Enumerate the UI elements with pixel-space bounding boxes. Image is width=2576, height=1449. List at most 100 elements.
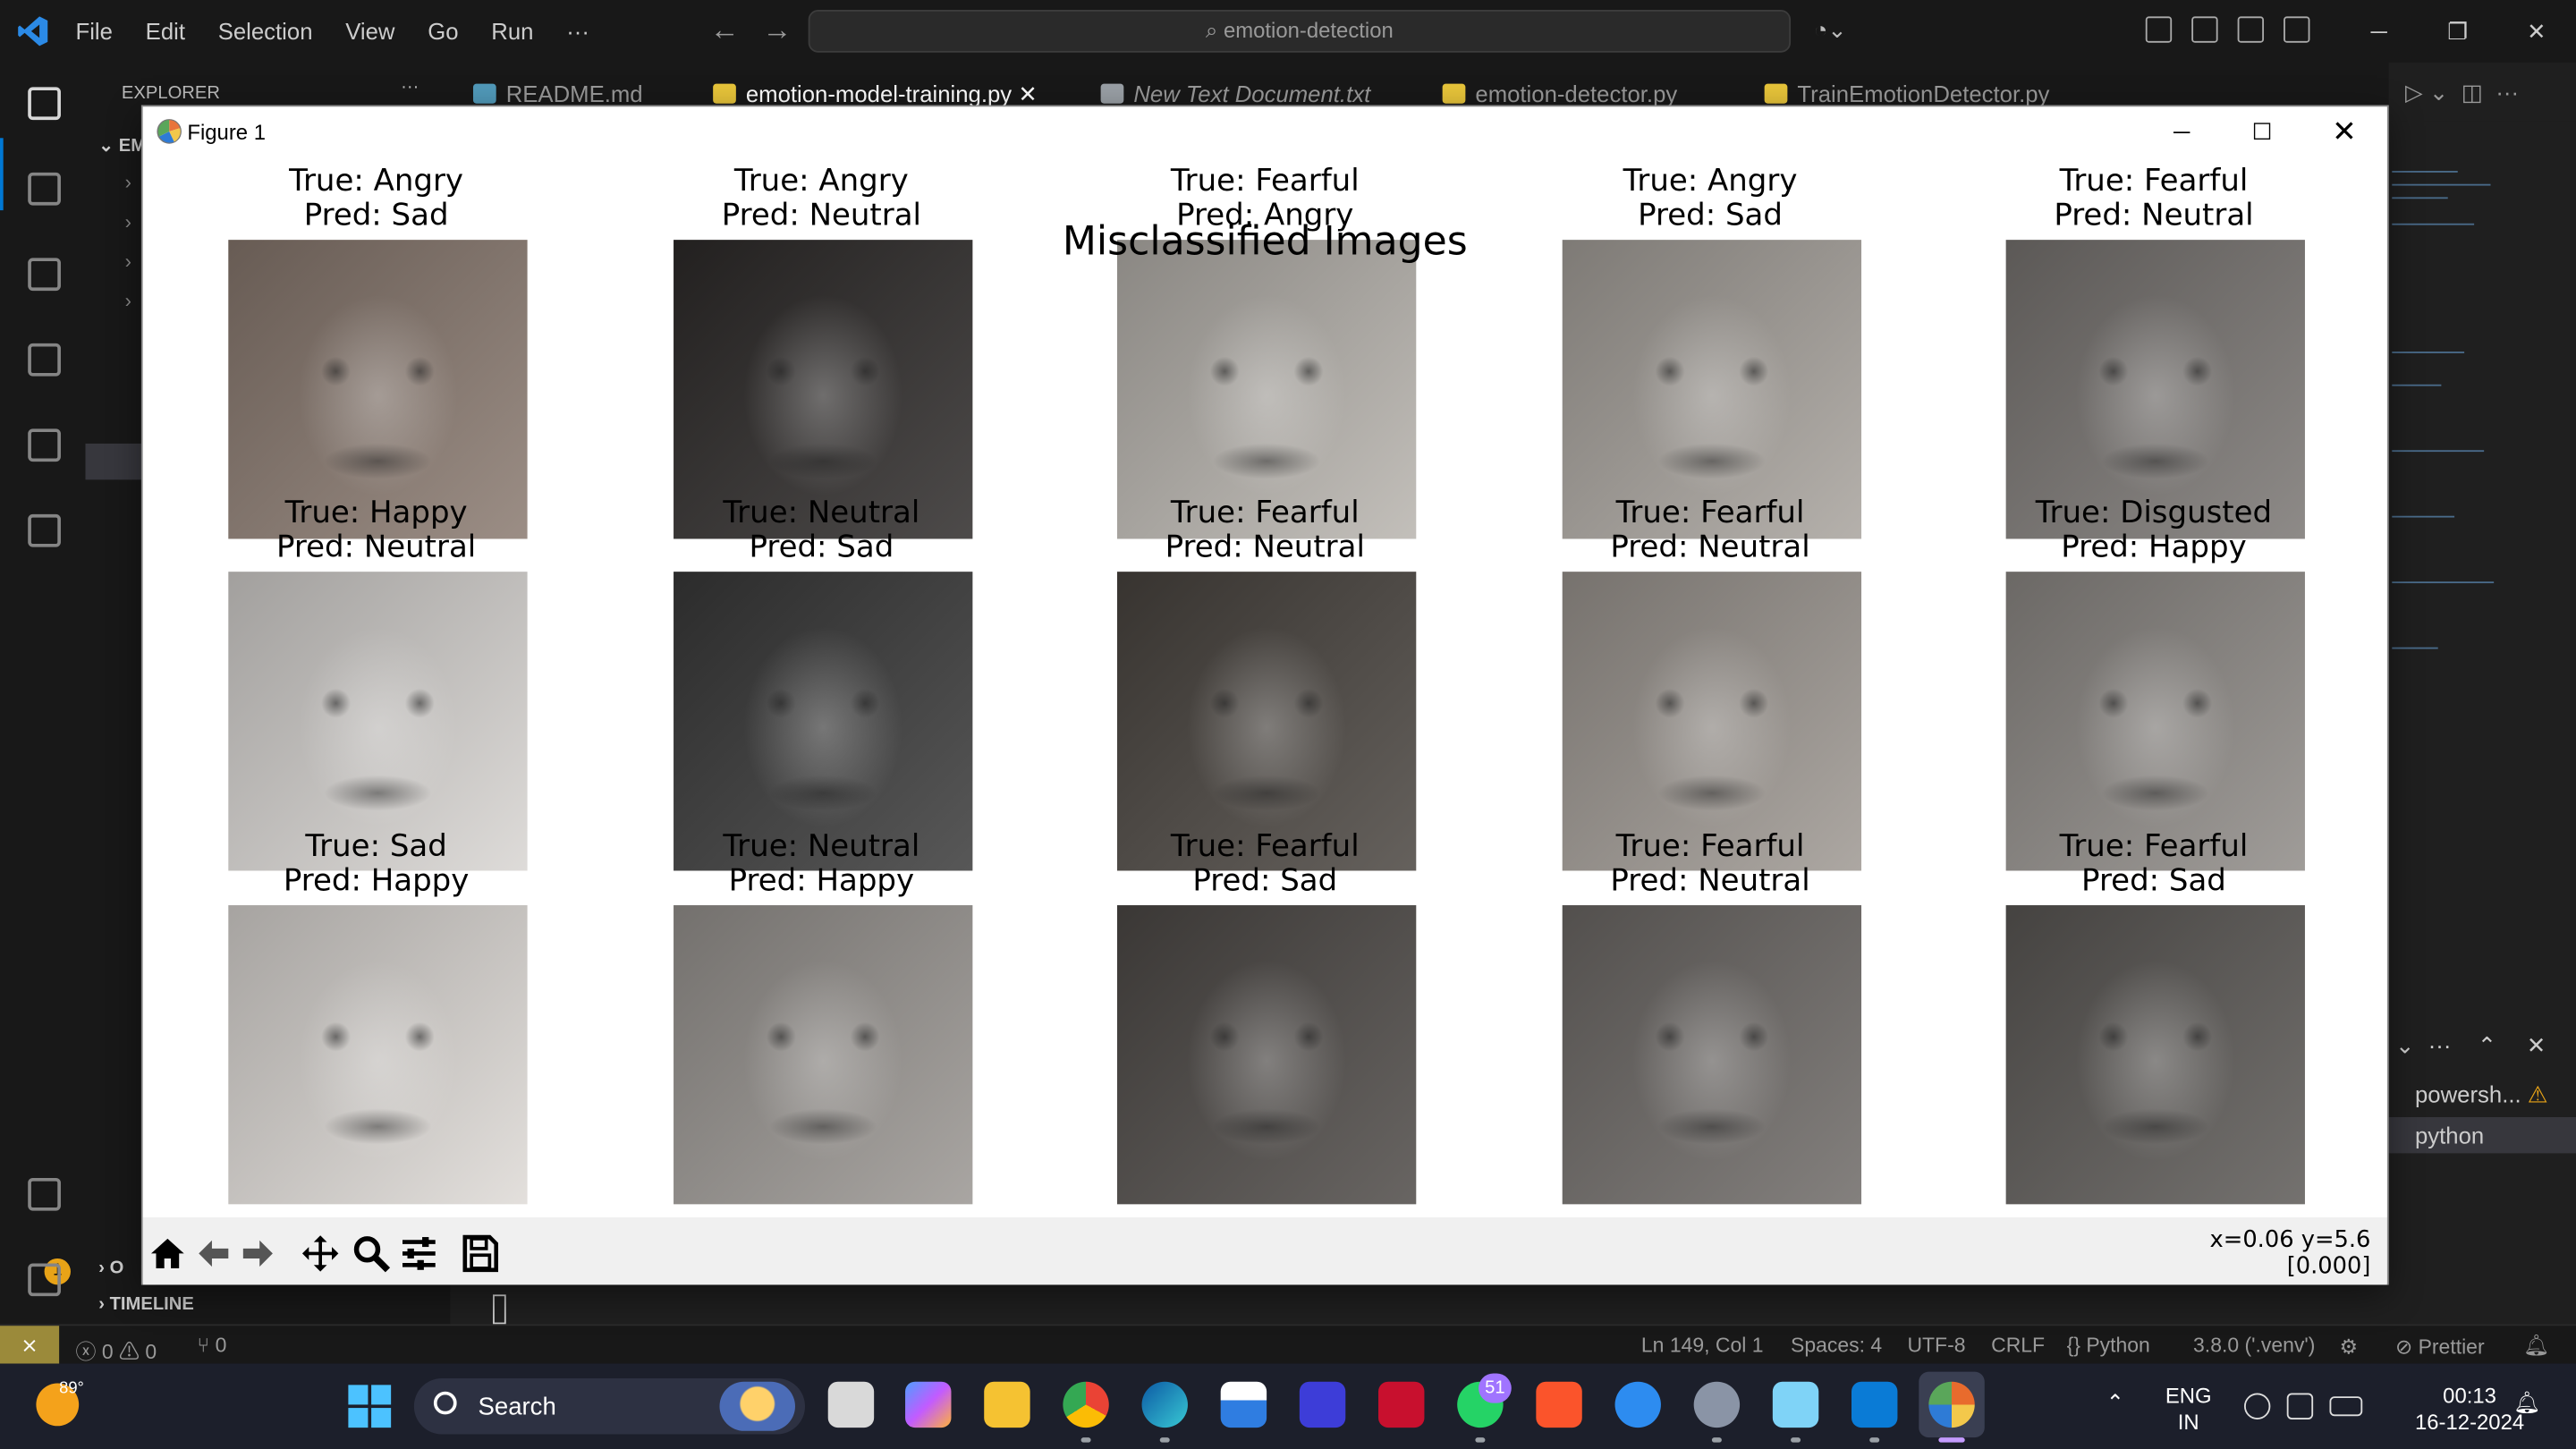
home-icon[interactable] <box>148 1233 187 1273</box>
folder-chevron-icon[interactable]: › <box>125 250 131 273</box>
indentation[interactable]: Spaces: 4 <box>1791 1334 1882 1357</box>
settings-gear-icon[interactable] <box>23 1258 66 1301</box>
task-view-icon[interactable] <box>827 1381 875 1428</box>
menu-view[interactable]: View <box>345 18 394 44</box>
zoom-icon[interactable] <box>352 1233 391 1273</box>
command-center-search[interactable]: ⌕ emotion-detection <box>808 10 1792 53</box>
browser-icon[interactable] <box>1614 1381 1661 1428</box>
explorer-icon[interactable] <box>23 82 66 125</box>
panel-close-icon[interactable]: ✕ <box>2527 1031 2546 1059</box>
mcafee-icon[interactable] <box>1378 1381 1425 1428</box>
taskbar-search[interactable]: Search <box>413 1378 806 1435</box>
tab-train-emotion-detector[interactable]: TrainEmotionDetector.py <box>1764 80 2049 106</box>
folder-chevron-icon[interactable]: › <box>125 171 131 194</box>
vscode-taskbar-icon[interactable] <box>1852 1381 1898 1428</box>
extensions-icon[interactable] <box>23 424 66 467</box>
language-mode[interactable]: {} Python <box>2067 1334 2150 1357</box>
prettier-status[interactable]: ⊘ Prettier <box>2395 1334 2485 1359</box>
subplot-true-label: True: Sad <box>305 829 447 865</box>
nav-back-icon[interactable]: ← <box>709 13 762 47</box>
start-button[interactable] <box>348 1385 392 1428</box>
toggle-secondary-sidebar-icon[interactable] <box>2284 16 2310 43</box>
save-icon[interactable] <box>460 1233 499 1273</box>
subplot-pred-label: Pred: Happy <box>283 864 470 899</box>
show-hidden-icons[interactable]: ⌃ <box>2106 1390 2124 1416</box>
tab-emotion-detector[interactable]: emotion-detector.py <box>1442 80 1677 106</box>
python-interpreter[interactable]: 3.8.0 ('.venv') <box>2193 1334 2315 1357</box>
microsoft-store-icon[interactable] <box>1220 1381 1267 1428</box>
volume-icon[interactable] <box>2286 1393 2314 1419</box>
run-debug-icon[interactable] <box>23 338 66 381</box>
panel-chevron-icon[interactable]: ⌄ <box>2395 1031 2415 1059</box>
copilot-icon[interactable]: ◔⌄ <box>1814 16 1847 44</box>
chrome-icon[interactable] <box>1063 1381 1109 1428</box>
run-file-icon[interactable]: ▷ ⌄ <box>2405 79 2448 105</box>
tab-emotion-model-training[interactable]: emotion-model-training.py ✕ <box>713 80 1038 108</box>
panel-maximize-icon[interactable]: ⌃ <box>2478 1031 2497 1059</box>
ports-indicator[interactable]: ⑂ 0 <box>197 1334 226 1357</box>
tab-close-icon[interactable]: ✕ <box>1018 80 1038 106</box>
terminal-powershell[interactable]: powersh... ⚠ <box>2415 1081 2548 1109</box>
back-icon[interactable] <box>194 1233 233 1273</box>
vscode-close-icon[interactable]: ✕ <box>2497 0 2576 63</box>
app-icon[interactable] <box>1299 1381 1346 1428</box>
search-view-icon[interactable] <box>23 167 66 210</box>
figure-minimize-icon[interactable]: ─ <box>2140 106 2223 156</box>
account-icon[interactable] <box>23 1173 66 1216</box>
subplot-pred-label: Pred: Sad <box>2081 864 2226 899</box>
tab-new-text-document[interactable]: New Text Document.txt <box>1100 80 1370 106</box>
folder-chevron-icon[interactable]: › <box>125 210 131 233</box>
menu-selection[interactable]: Selection <box>218 18 313 44</box>
copilot-app-icon[interactable] <box>905 1381 952 1428</box>
menu-edit[interactable]: Edit <box>146 18 185 44</box>
nav-forward-icon[interactable]: → <box>762 13 815 47</box>
cursor-position[interactable]: Ln 149, Col 1 <box>1641 1334 1764 1357</box>
network-icon[interactable] <box>2243 1393 2271 1419</box>
vscode-minimize-icon[interactable]: ─ <box>2340 0 2419 63</box>
project-section-header[interactable]: ⌄ EM <box>98 135 146 156</box>
customize-layout-icon[interactable] <box>2145 16 2173 43</box>
outline-section-header[interactable]: › O <box>98 1258 123 1278</box>
brave-icon[interactable] <box>1536 1381 1582 1428</box>
figure-close-icon[interactable]: ✕ <box>2303 106 2385 156</box>
tab-readme[interactable]: README.md <box>472 80 643 106</box>
file-explorer-icon[interactable] <box>984 1381 1030 1428</box>
notifications-icon[interactable]: 🔔︎ <box>2513 1390 2540 1416</box>
subplot-pred-label: Pred: Neutral <box>1165 530 1365 565</box>
split-editor-icon[interactable]: ◫ <box>2462 79 2483 105</box>
pan-icon[interactable] <box>301 1233 340 1273</box>
notepad-icon[interactable] <box>1772 1381 1819 1428</box>
forward-icon[interactable] <box>238 1233 277 1273</box>
language-indicator[interactable]: ENG IN <box>2165 1384 2212 1436</box>
menu-more[interactable]: ··· <box>566 18 589 44</box>
testing-icon[interactable] <box>23 509 66 552</box>
figure-canvas[interactable]: True: Angry Pred: Sad True: Angry Pred: Neu… <box>142 156 2387 1218</box>
gear-icon[interactable]: ⚙ <box>2340 1334 2359 1359</box>
line-ending[interactable]: CRLF <box>1991 1334 2045 1357</box>
subplot-true-label: True: Fearful <box>1615 496 1805 531</box>
encoding[interactable]: UTF-8 <box>1907 1334 1965 1357</box>
vscode-logo-icon[interactable] <box>16 15 49 48</box>
settings-icon[interactable] <box>1693 1381 1741 1428</box>
explorer-more-icon[interactable]: ··· <box>401 77 419 97</box>
terminal-python[interactable]: python <box>2388 1116 2576 1154</box>
source-control-icon[interactable] <box>23 253 66 296</box>
menu-file[interactable]: File <box>75 18 112 44</box>
clock[interactable]: 00:13 16-12-2024 <box>2415 1384 2524 1436</box>
toggle-primary-sidebar-icon[interactable] <box>2191 16 2218 43</box>
panel-more-icon[interactable]: ··· <box>2428 1031 2452 1057</box>
menu-run[interactable]: Run <box>491 18 533 44</box>
problems-indicator[interactable]: ⓧ 0 ⚠ 0 <box>75 1334 157 1365</box>
vscode-restore-icon[interactable]: ❐ <box>2419 0 2497 63</box>
configure-subplots-icon[interactable] <box>399 1233 438 1273</box>
battery-icon[interactable] <box>2329 1396 2363 1417</box>
menu-go[interactable]: Go <box>428 18 458 44</box>
toggle-panel-icon[interactable] <box>2237 16 2265 43</box>
figure-maximize-icon[interactable]: ☐ <box>2221 106 2303 156</box>
remote-indicator-icon[interactable]: ⨯ <box>0 1326 60 1366</box>
folder-chevron-icon[interactable]: › <box>125 289 131 312</box>
editor-more-icon[interactable]: ··· <box>2496 79 2519 105</box>
notifications-bell-icon[interactable]: 🔔︎ <box>2523 1334 2549 1359</box>
edge-icon[interactable] <box>1141 1381 1188 1428</box>
timeline-section-header[interactable]: › TIMELINE <box>98 1294 194 1314</box>
